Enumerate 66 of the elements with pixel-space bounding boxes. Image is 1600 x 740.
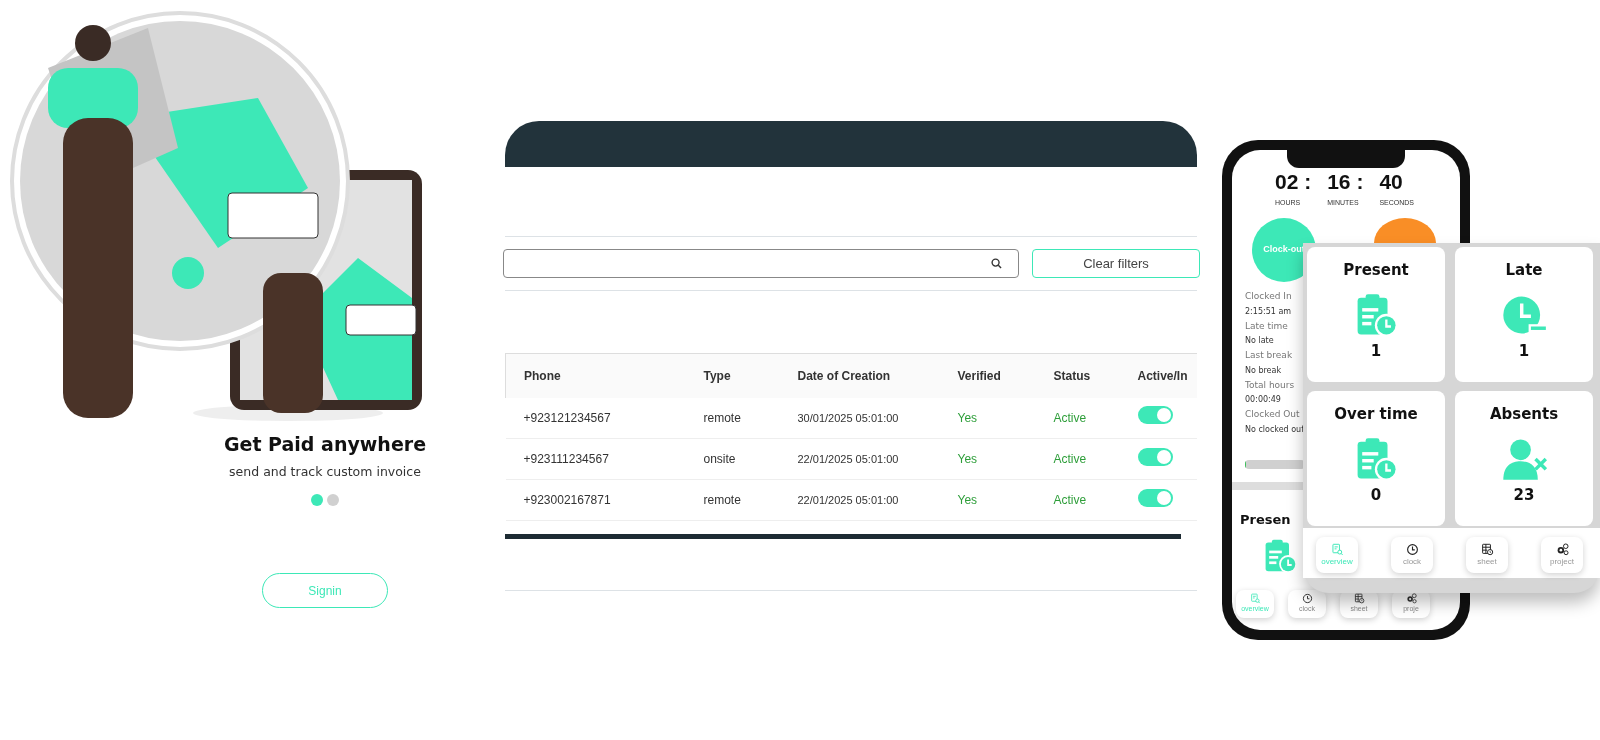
table-clock-icon [1353, 593, 1365, 605]
toggle-switch[interactable] [1137, 447, 1173, 466]
nav-tab[interactable]: overview [1316, 537, 1358, 573]
detail-value: 2:15:51 am [1245, 305, 1293, 318]
table-cell: Active [1035, 479, 1120, 521]
toggle-switch[interactable] [1137, 406, 1173, 425]
clock-icon [1405, 542, 1419, 556]
column-header: Type [685, 353, 780, 398]
timer-value: 16 : [1327, 169, 1364, 195]
toggle-switch[interactable] [1137, 488, 1173, 507]
column-header: Status [1035, 353, 1120, 398]
card-count: 1 [1370, 340, 1382, 362]
clock-icon [1301, 593, 1313, 605]
table-cell: +923111234567 [505, 438, 686, 480]
signin-button[interactable]: Signin [262, 573, 388, 609]
table-cell: Yes [939, 438, 1036, 480]
gears-icon [1405, 593, 1417, 605]
detail-label: Last break [1245, 349, 1294, 362]
page-dot[interactable] [311, 494, 323, 507]
card-count: 0 [1370, 484, 1382, 506]
table-cell: Yes [939, 397, 1036, 439]
onboarding-subtitle: send and track custom invoice [229, 462, 421, 481]
card-title: Presen [1240, 511, 1291, 529]
clear-filters-button[interactable]: Clear filters [1032, 249, 1200, 278]
column-header: Phone [505, 353, 686, 398]
table-cell: +923121234567 [505, 397, 686, 439]
timer-value: 02 : [1275, 169, 1312, 195]
table-cell: Active [1035, 397, 1120, 439]
search-icon [991, 258, 1002, 269]
table-cell: 30/01/2025 05:01:00 [779, 397, 940, 439]
table-cell: 22/01/2025 05:01:00 [779, 479, 940, 521]
search-field[interactable] [503, 249, 1019, 278]
gears-icon [1555, 542, 1569, 556]
card-title: Absents [1489, 404, 1559, 425]
detail-label: Late time [1245, 319, 1289, 333]
detail-label: Total hours [1245, 378, 1296, 392]
card-count: 1 [1518, 340, 1530, 362]
card-title: Present [1343, 260, 1409, 281]
document-search-icon [1249, 593, 1261, 605]
detail-label: Clocked In [1245, 290, 1293, 303]
table-cell: Yes [939, 479, 1036, 521]
nav-tab[interactable]: project [1541, 537, 1583, 573]
column-header: Active/In [1119, 353, 1197, 398]
nav-tab[interactable]: clock [1391, 537, 1433, 573]
table-cell: +923002167871 [505, 479, 686, 521]
page-dot[interactable] [327, 494, 339, 507]
table-cell: remote [685, 479, 780, 521]
scrollbar[interactable] [505, 534, 1181, 539]
detail-label: Clocked Out [1245, 408, 1301, 421]
table-cell: Active [1035, 438, 1120, 480]
table-cell: remote [685, 397, 780, 439]
table-cell: onsite [685, 438, 780, 480]
column-header: Date of Creation [779, 353, 940, 398]
onboarding-title: Get Paid anywhere [223, 432, 427, 457]
document-search-icon [1330, 542, 1344, 556]
column-header: Verified [939, 353, 1036, 398]
nav-tab[interactable]: sheet [1466, 537, 1508, 573]
detail-value: No late [1245, 335, 1275, 347]
card-count: 23 [1513, 484, 1535, 506]
timer-value: 40 [1379, 169, 1404, 195]
card-title: Over time [1334, 404, 1418, 425]
card-title: Late [1505, 260, 1543, 281]
table-cell: 22/01/2025 05:01:00 [779, 438, 940, 480]
detail-value: 00:00:49 [1245, 394, 1282, 406]
detail-value: No break [1245, 364, 1283, 377]
table-clock-icon [1480, 542, 1494, 556]
